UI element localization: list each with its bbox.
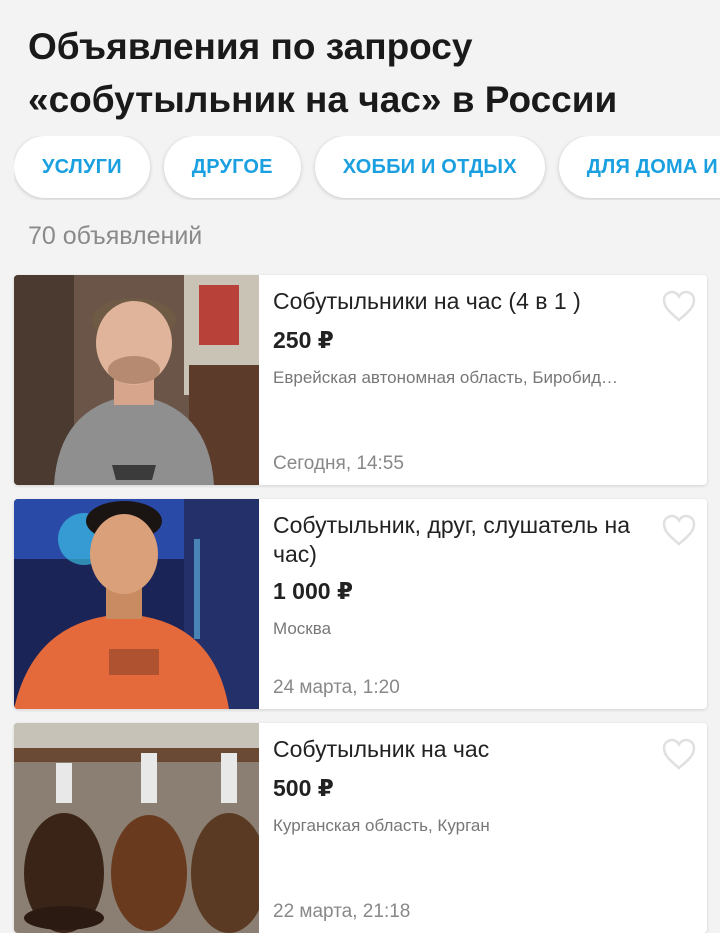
listing-card[interactable]: Собутыльник, друг, слушатель на час) 1 0… [14,499,707,709]
listing-location: Еврейская автономная область, Биробид… [273,368,619,387]
category-chip-drugoe[interactable]: ДРУГОЕ [163,136,301,198]
category-chips: УСЛУГИДРУГОЕХОББИ И ОТДЫХДЛЯ ДОМА И Д [14,136,720,200]
listing-location: Курганская область, Курган [273,816,490,835]
results-count: 70 объявлений [28,222,203,250]
listing-date: 24 марта, 1:20 [273,677,400,698]
listing-title[interactable]: Собутыльники на час (4 в 1 ) [273,287,633,316]
listing-price: 1 000 ₽ [273,578,353,604]
listing-price: 500 ₽ [273,775,334,801]
favorite-heart-icon[interactable] [661,513,697,547]
listing-price: 250 ₽ [273,327,334,353]
category-chip-uslugi[interactable]: УСЛУГИ [14,136,150,198]
page-title-line-2: «собутыльник на час» в России [28,79,618,120]
listing-title[interactable]: Собутыльник на час [273,735,633,764]
page-title-line-1: Объявления по запросу [28,26,473,67]
listing-photo[interactable] [14,275,259,485]
listing-title[interactable]: Собутыльник, друг, слушатель на час) [273,511,633,569]
listing-photo[interactable] [14,499,259,709]
favorite-heart-icon[interactable] [661,289,697,323]
listing-card[interactable]: Собутыльник на час 500 ₽ Курганская обла… [14,723,707,933]
listing-location: Москва [273,619,332,638]
listing-date: Сегодня, 14:55 [273,453,404,474]
category-chip-hobbi[interactable]: ХОББИ И ОТДЫХ [314,136,545,198]
category-chip-dlya-doma[interactable]: ДЛЯ ДОМА И Д [558,136,720,198]
favorite-heart-icon[interactable] [661,737,697,771]
listing-date: 22 марта, 21:18 [273,901,411,922]
page-title: Объявления по запросу «собутыльник на ча… [28,20,708,126]
listing-card[interactable]: Собутыльники на час (4 в 1 ) 250 ₽ Еврей… [14,275,707,485]
listing-photo[interactable] [14,723,259,933]
